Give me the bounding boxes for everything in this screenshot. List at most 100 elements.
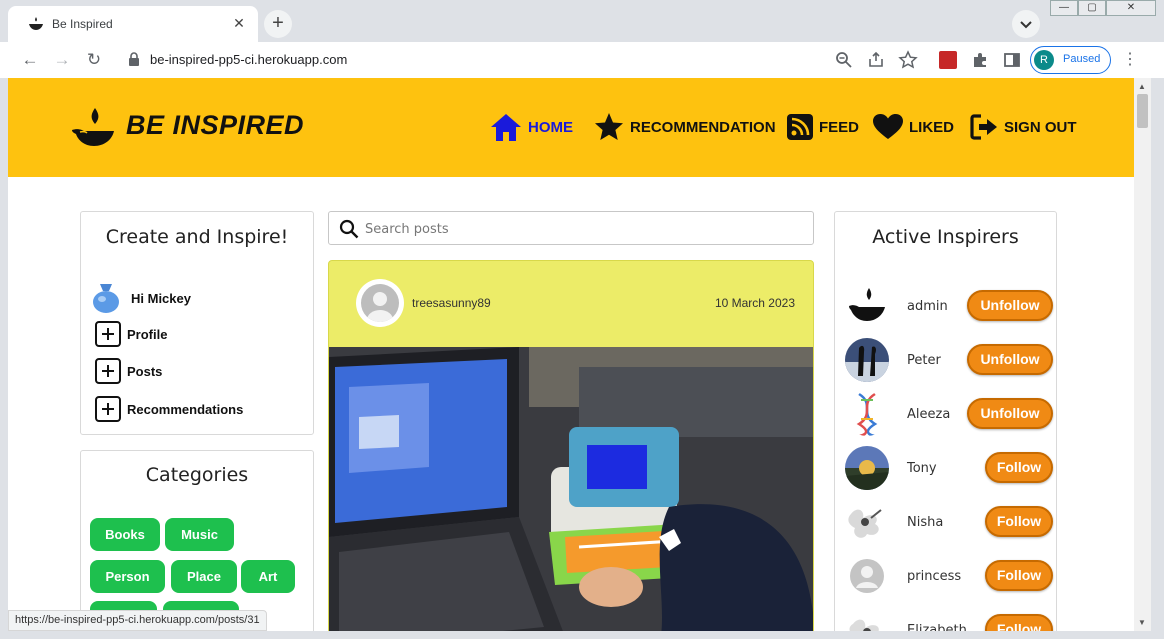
inspirer-row: Elizabeth Follow (845, 606, 1055, 631)
active-inspirers-card: Active Inspirers admin Unfollow Peter Un… (834, 211, 1057, 631)
home-icon (491, 114, 521, 141)
unfollow-button[interactable]: Unfollow (967, 344, 1053, 375)
profile-button[interactable]: R Paused (1030, 46, 1111, 74)
active-inspirers-title: Active Inspirers (872, 226, 1019, 248)
post-image[interactable] (329, 347, 814, 631)
diya-lamp-logo-icon[interactable] (70, 106, 116, 148)
tab-strip: Be Inspired ✕ + — ▢ ✕ (0, 0, 1164, 42)
category-books[interactable]: Books (90, 518, 160, 551)
bookmark-star-icon[interactable] (898, 50, 918, 70)
unfollow-button[interactable]: Unfollow (967, 398, 1053, 429)
maximize-button[interactable]: ▢ (1078, 0, 1106, 16)
scroll-up-icon[interactable]: ▲ (1138, 82, 1146, 91)
default-user-icon (367, 292, 393, 322)
follow-button[interactable]: Follow (985, 506, 1053, 537)
nav-sign-out[interactable]: SIGN OUT (970, 112, 1077, 142)
new-tab-button[interactable]: + (264, 10, 292, 38)
profile-status: Paused (1063, 53, 1101, 65)
unfollow-button[interactable]: Unfollow (967, 290, 1053, 321)
category-music[interactable]: Music (165, 518, 234, 551)
recommendations-link-label: Recommendations (127, 401, 244, 417)
inspirer-row: admin Unfollow (845, 282, 1055, 330)
follow-button[interactable]: Follow (985, 560, 1053, 591)
inspirer-name[interactable]: Elizabeth (907, 623, 967, 631)
star-icon (595, 113, 623, 140)
page-viewport: BE INSPIRED HOME RECOMMENDATION FEED LIK… (8, 78, 1134, 631)
extension-icon[interactable] (939, 51, 957, 69)
greeting-text: Hi Mickey (131, 290, 191, 306)
zoom-icon[interactable] (834, 50, 854, 70)
reload-icon[interactable]: ↻ (82, 48, 106, 72)
back-arrow-icon[interactable]: ← (18, 48, 42, 72)
inspirer-avatar[interactable] (845, 284, 889, 328)
category-place[interactable]: Place (171, 560, 237, 593)
inspirer-avatar[interactable] (845, 608, 889, 631)
lock-icon[interactable] (128, 52, 140, 66)
category-art[interactable]: Art (241, 560, 295, 593)
close-window-button[interactable]: ✕ (1106, 0, 1156, 16)
recommendations-link[interactable]: Recommendations (95, 396, 243, 422)
inspirer-avatar[interactable] (845, 500, 889, 544)
inspirer-name[interactable]: Peter (907, 353, 941, 368)
browser-menu-icon[interactable]: ⋮ (1122, 50, 1138, 70)
profile-link-label: Profile (127, 326, 168, 342)
inspirer-name[interactable]: Tony (907, 461, 937, 476)
nav-home[interactable]: HOME (490, 112, 573, 142)
scroll-down-icon[interactable]: ▼ (1138, 618, 1146, 627)
inspirer-name[interactable]: Nisha (907, 515, 943, 530)
category-person[interactable]: Person (90, 560, 165, 593)
side-panel-icon[interactable] (1002, 50, 1022, 70)
address-bar[interactable]: be-inspired-pp5-ci.herokuapp.com (150, 52, 347, 67)
nav-home-label: HOME (528, 118, 573, 136)
inspirer-avatar[interactable] (845, 338, 889, 382)
post-card[interactable]: treesasunny89 10 March 2023 (328, 260, 814, 631)
sign-out-icon (970, 114, 997, 140)
window-edge (1151, 78, 1164, 631)
post-date: 10 March 2023 (714, 296, 795, 310)
search-icon (339, 219, 359, 239)
profile-link[interactable]: Profile (95, 321, 167, 347)
share-icon[interactable] (866, 50, 886, 70)
inspirer-name[interactable]: admin (907, 299, 948, 314)
brand-title[interactable]: BE INSPIRED (126, 110, 304, 141)
rss-icon (787, 114, 813, 140)
inspirer-row: princess Follow (845, 552, 1055, 600)
inspirer-name[interactable]: Aleeza (907, 407, 950, 422)
minimize-button[interactable]: — (1050, 0, 1078, 16)
post-author[interactable]: treesasunny89 (412, 296, 491, 310)
close-tab-icon[interactable]: ✕ (230, 14, 248, 32)
search-input[interactable] (365, 218, 795, 240)
inspirer-avatar[interactable] (845, 554, 889, 598)
nav-feed[interactable]: FEED (787, 112, 859, 142)
link-status-bar: https://be-inspired-pp5-ci.herokuapp.com… (8, 610, 267, 631)
forward-arrow-icon[interactable]: → (50, 48, 74, 72)
user-greeting[interactable]: Hi Mickey (91, 282, 191, 314)
nav-recommendation[interactable]: RECOMMENDATION (594, 112, 776, 142)
inspirer-name[interactable]: princess (907, 569, 961, 584)
nav-liked[interactable]: LIKED (873, 112, 954, 142)
lamp-favicon-icon (29, 17, 43, 30)
follow-button[interactable]: Follow (985, 614, 1053, 631)
nav-recommendation-label: RECOMMENDATION (630, 118, 776, 136)
heart-icon (873, 114, 903, 139)
posts-link[interactable]: Posts (95, 358, 162, 384)
inspirer-row: Tony Follow (845, 444, 1055, 492)
puzzle-extensions-icon[interactable] (970, 50, 990, 70)
categories-title: Categories (145, 464, 249, 486)
user-avatar-icon (93, 284, 119, 313)
create-inspire-card: Create and Inspire! Hi Mickey Profile Po… (80, 211, 314, 435)
inspirer-row: Peter Unfollow (845, 336, 1055, 384)
site-navbar: BE INSPIRED HOME RECOMMENDATION FEED LIK… (8, 78, 1134, 177)
inspirer-avatar[interactable] (845, 392, 889, 436)
inspirer-row: Nisha Follow (845, 498, 1055, 546)
browser-tab[interactable]: Be Inspired ✕ (8, 6, 258, 42)
page-scrollbar[interactable]: ▲ ▼ (1134, 78, 1151, 631)
post-author-avatar[interactable] (356, 279, 404, 327)
plus-square-icon (95, 321, 121, 347)
scroll-thumb[interactable] (1137, 94, 1148, 128)
plus-square-icon (95, 358, 121, 384)
inspirer-avatar[interactable] (845, 446, 889, 490)
follow-button[interactable]: Follow (985, 452, 1053, 483)
create-inspire-title: Create and Inspire! (105, 226, 289, 248)
tab-search-button[interactable] (1012, 10, 1040, 38)
